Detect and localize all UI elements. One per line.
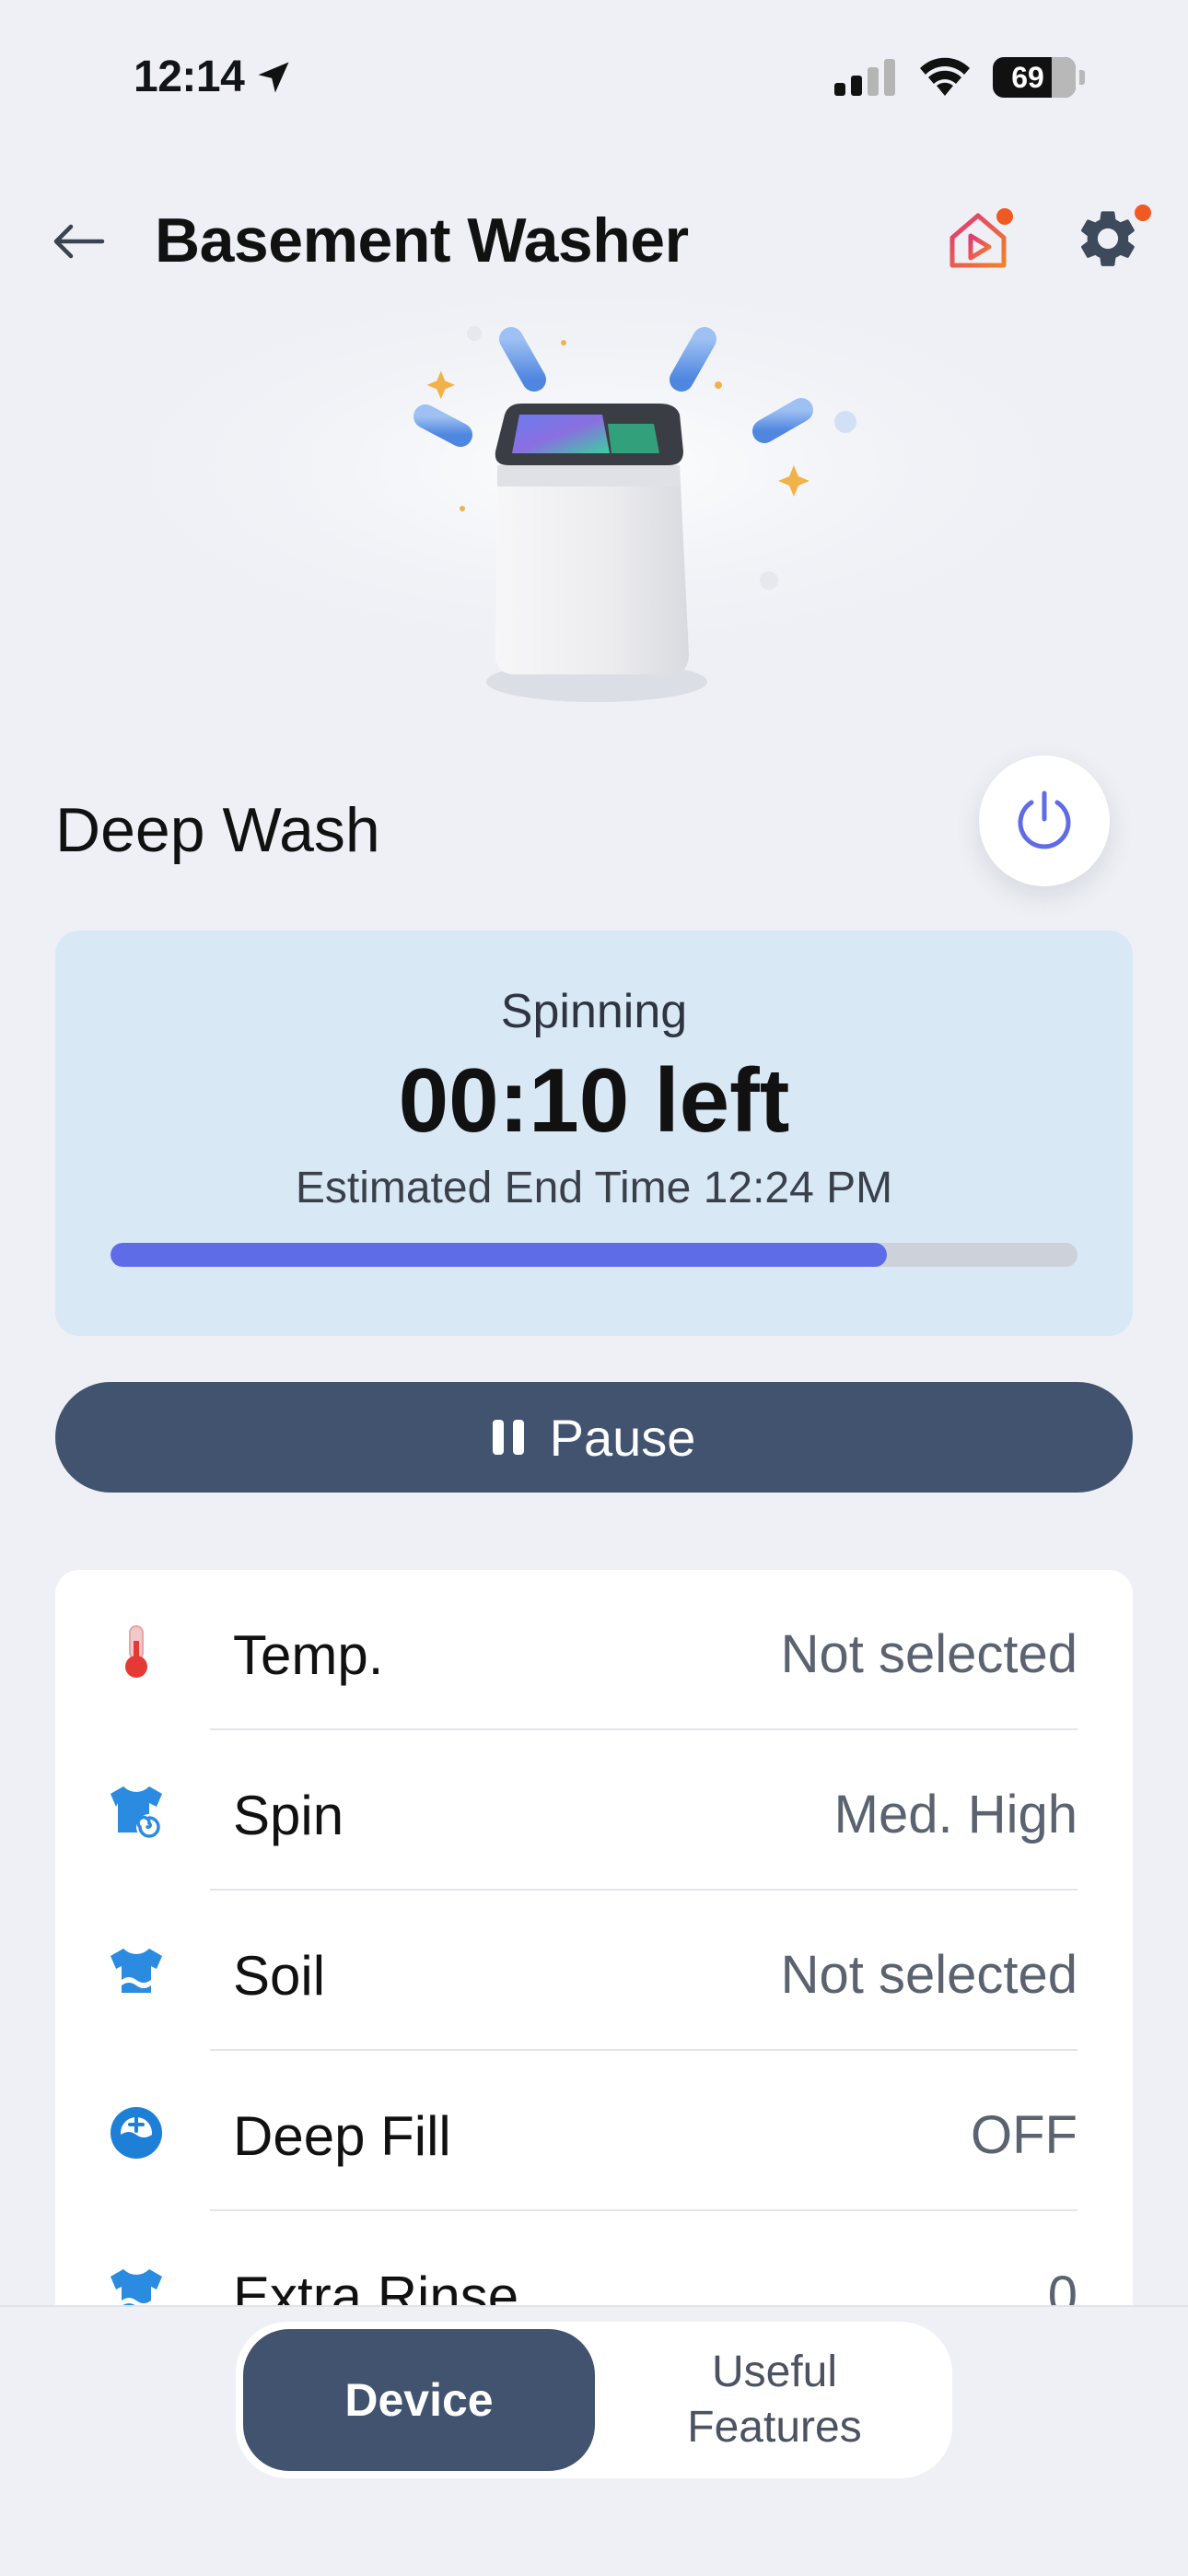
home-camera-button[interactable]	[943, 205, 1017, 278]
cellular-signal-icon	[834, 59, 895, 96]
time-remaining: 00:10 left	[398, 1049, 790, 1151]
wifi-icon	[920, 57, 970, 96]
option-value: OFF	[971, 2105, 1077, 2165]
location-arrow-icon	[258, 62, 289, 92]
gear-icon	[1081, 211, 1135, 266]
bottom-tab-bar: Device Useful Features	[0, 2305, 1188, 2576]
option-label: Temp.	[233, 1624, 384, 1686]
option-row-spin[interactable]: Spin Med. High	[55, 1730, 1133, 1891]
status-bar-indicators: 69	[834, 57, 1085, 98]
shirt-soil-icon	[106, 1942, 167, 2003]
water-fill-icon	[106, 2102, 167, 2163]
back-button[interactable]	[46, 214, 111, 269]
clock: 12:14	[134, 53, 245, 101]
option-value: Med. High	[833, 1785, 1077, 1844]
tab-useful-features-line2: Features	[687, 2403, 862, 2452]
notification-dot	[1135, 205, 1151, 221]
option-value: Not selected	[780, 1624, 1077, 1684]
thermometer-icon	[106, 1622, 167, 1682]
washer-illustration	[0, 276, 1188, 755]
cycle-state: Spinning	[500, 985, 688, 1038]
notification-dot	[996, 208, 1013, 225]
battery-indicator: 69	[993, 57, 1076, 98]
power-button[interactable]	[979, 755, 1110, 886]
tab-device[interactable]: Device	[243, 2329, 595, 2471]
tab-useful-features[interactable]: Useful Features	[604, 2329, 945, 2471]
option-row-deep-fill[interactable]: Deep Fill OFF	[55, 2051, 1133, 2211]
shirt-spin-icon	[106, 1782, 167, 1843]
option-label: Soil	[233, 1945, 326, 2007]
option-label: Deep Fill	[233, 2105, 451, 2167]
pause-icon	[492, 1420, 524, 1455]
battery-level: 69	[1011, 60, 1044, 94]
washer-detail-screen: 12:14 69 Basement Washer Deep Wash Spinn…	[0, 0, 1188, 2576]
option-row-temp[interactable]: Temp. Not selected	[55, 1570, 1133, 1730]
page-title: Basement Washer	[155, 205, 689, 275]
option-row-soil[interactable]: Soil Not selected	[55, 1891, 1133, 2051]
power-icon	[1018, 790, 1071, 849]
cycle-progress-bar	[111, 1243, 1077, 1267]
tab-useful-features-line1: Useful	[711, 2348, 838, 2396]
option-value: Not selected	[780, 1945, 1077, 2005]
battery-nub	[1079, 70, 1085, 85]
cycle-progress-fill	[111, 1243, 888, 1267]
pause-button[interactable]: Pause	[55, 1382, 1133, 1493]
status-bar-time: 12:14	[134, 52, 294, 102]
view-switcher: Device Useful Features	[236, 2322, 952, 2478]
arrow-left-icon	[53, 224, 105, 259]
cycle-status-card: Spinning 00:10 left Estimated End Time 1…	[55, 931, 1133, 1336]
program-name: Deep Wash	[55, 795, 380, 865]
option-label: Spin	[233, 1785, 344, 1846]
pause-label: Pause	[549, 1408, 696, 1467]
settings-button[interactable]	[1074, 205, 1151, 278]
estimated-end-time: Estimated End Time 12:24 PM	[295, 1164, 893, 1212]
